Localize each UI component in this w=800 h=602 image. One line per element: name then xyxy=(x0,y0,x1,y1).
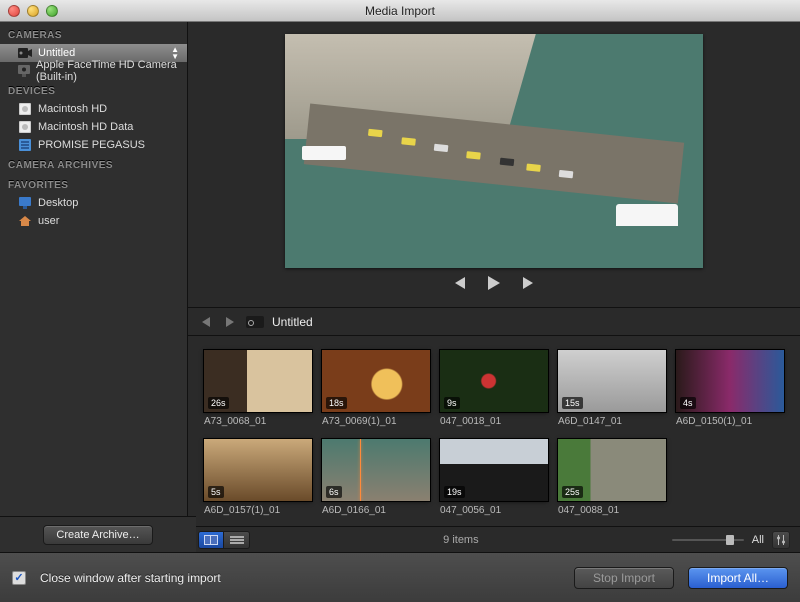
clip-item[interactable]: 19s 047_0056_01 xyxy=(440,439,548,516)
sidebar-item-label: Macintosh HD xyxy=(38,103,107,115)
preview-viewer[interactable] xyxy=(285,34,703,268)
raid-icon xyxy=(18,138,32,152)
clip-name-label: A73_0068_01 xyxy=(204,416,312,427)
clip-name-label: A6D_0157(1)_01 xyxy=(204,505,312,516)
clip-duration-badge: 26s xyxy=(208,397,229,409)
sidebar-section-header: CAMERAS xyxy=(0,24,187,44)
clip-thumbnail[interactable]: 9s xyxy=(440,350,548,412)
camcorder-icon xyxy=(18,46,32,60)
sidebar-item-label: Apple FaceTime HD Camera (Built-in) xyxy=(36,59,179,83)
sidebar: CAMERAS Untitled ▲▼Apple FaceTime HD Camer… xyxy=(0,22,188,552)
clip-item[interactable]: 9s 047_0018_01 xyxy=(440,350,548,427)
sidebar-footer: Create Archive… xyxy=(0,516,196,552)
clip-thumbnail[interactable]: 19s xyxy=(440,439,548,501)
clip-thumbnail[interactable]: 18s xyxy=(322,350,430,412)
clip-thumbnail[interactable]: 26s xyxy=(204,350,312,412)
next-button[interactable] xyxy=(519,274,541,292)
clip-thumbnail[interactable]: 15s xyxy=(558,350,666,412)
clip-item[interactable]: 5s A6D_0157(1)_01 xyxy=(204,439,312,516)
window-footer: ✓ Close window after starting import Sto… xyxy=(0,552,800,602)
webcam-icon xyxy=(18,64,30,78)
clip-duration-badge: 15s xyxy=(562,397,583,409)
window-title: Media Import xyxy=(0,4,800,18)
thumbnail-size-all-label: All xyxy=(752,534,764,546)
sidebar-item-label: Macintosh HD Data xyxy=(38,121,133,133)
hdd-icon xyxy=(18,102,32,116)
clip-thumbnail[interactable]: 4s xyxy=(676,350,784,412)
clip-item[interactable]: 18s A73_0069(1)_01 xyxy=(322,350,430,427)
titlebar: Media Import xyxy=(0,0,800,22)
sidebar-item-label: Desktop xyxy=(38,197,78,209)
clip-duration-badge: 6s xyxy=(326,486,342,498)
clip-thumbnail[interactable]: 5s xyxy=(204,439,312,501)
clip-thumbnail[interactable]: 6s xyxy=(322,439,430,501)
import-all-button[interactable]: Import All… xyxy=(688,567,788,589)
prev-button[interactable] xyxy=(447,274,469,292)
sidebar-item[interactable]: Apple FaceTime HD Camera (Built-in) xyxy=(0,62,187,80)
clip-item[interactable]: 25s 047_0088_01 xyxy=(558,439,666,516)
clip-item[interactable]: 26s A73_0068_01 xyxy=(204,350,312,427)
clip-thumbnail[interactable]: 25s xyxy=(558,439,666,501)
clip-name-label: 047_0088_01 xyxy=(558,505,666,516)
sidebar-item-label: user xyxy=(38,215,59,227)
clip-name-label: 047_0056_01 xyxy=(440,505,548,516)
browser-header: Untitled xyxy=(188,308,800,336)
clip-grid: 26s A73_0068_01 18s A73_0069(1)_01 9s 047_001… xyxy=(188,336,800,526)
clip-name-label: A6D_0147_01 xyxy=(558,416,666,427)
view-mode-segmented[interactable] xyxy=(198,531,250,549)
clip-duration-badge: 18s xyxy=(326,397,347,409)
sidebar-section-header: FAVORITES xyxy=(0,174,187,194)
sidebar-item[interactable]: Macintosh HD xyxy=(0,100,187,118)
list-view-button[interactable] xyxy=(224,531,250,549)
chevron-up-down-icon[interactable]: ▲▼ xyxy=(171,46,179,60)
create-archive-button[interactable]: Create Archive… xyxy=(43,525,152,545)
desktop-icon xyxy=(18,196,32,210)
thumbnail-size-slider[interactable] xyxy=(672,539,744,541)
sidebar-item-label: PROMISE PEGASUS xyxy=(38,139,145,151)
clip-item[interactable]: 15s A6D_0147_01 xyxy=(558,350,666,427)
clip-name-label: A6D_0166_01 xyxy=(322,505,430,516)
home-icon xyxy=(18,214,32,228)
breadcrumb: Untitled xyxy=(272,315,313,329)
preview-area xyxy=(188,22,800,308)
close-window-label: Close window after starting import xyxy=(40,571,221,585)
sidebar-item[interactable]: Desktop xyxy=(0,194,187,212)
sidebar-section-header: DEVICES xyxy=(0,80,187,100)
clip-name-label: A73_0069(1)_01 xyxy=(322,416,430,427)
clip-duration-badge: 5s xyxy=(208,486,224,498)
clip-name-label: 047_0018_01 xyxy=(440,416,548,427)
close-window-checkbox[interactable]: ✓ xyxy=(12,571,26,585)
clip-item[interactable]: 6s A6D_0166_01 xyxy=(322,439,430,516)
clip-duration-badge: 4s xyxy=(680,397,696,409)
transport-controls xyxy=(447,268,541,298)
play-button[interactable] xyxy=(483,274,505,292)
filmstrip-view-button[interactable] xyxy=(198,531,224,549)
nav-back-button[interactable] xyxy=(198,315,214,329)
clip-duration-badge: 25s xyxy=(562,486,583,498)
item-count: 9 items xyxy=(258,534,664,546)
sidebar-item-label: Untitled xyxy=(38,47,75,59)
hdd-icon xyxy=(18,120,32,134)
playhead-indicator xyxy=(360,439,361,501)
clip-name-label: A6D_0150(1)_01 xyxy=(676,416,784,427)
camcorder-icon xyxy=(246,316,264,328)
stop-import-button[interactable]: Stop Import xyxy=(574,567,674,589)
clip-duration-badge: 9s xyxy=(444,397,460,409)
sidebar-item[interactable]: Macintosh HD Data xyxy=(0,118,187,136)
browser-footer: 9 items All xyxy=(188,526,800,552)
sidebar-item[interactable]: user xyxy=(0,212,187,230)
settings-gear-button[interactable] xyxy=(772,531,790,549)
sidebar-item[interactable]: PROMISE PEGASUS xyxy=(0,136,187,154)
clip-item[interactable]: 4s A6D_0150(1)_01 xyxy=(676,350,784,427)
clip-duration-badge: 19s xyxy=(444,486,465,498)
nav-forward-button[interactable] xyxy=(222,315,238,329)
sidebar-section-header: CAMERA ARCHIVES xyxy=(0,154,187,174)
